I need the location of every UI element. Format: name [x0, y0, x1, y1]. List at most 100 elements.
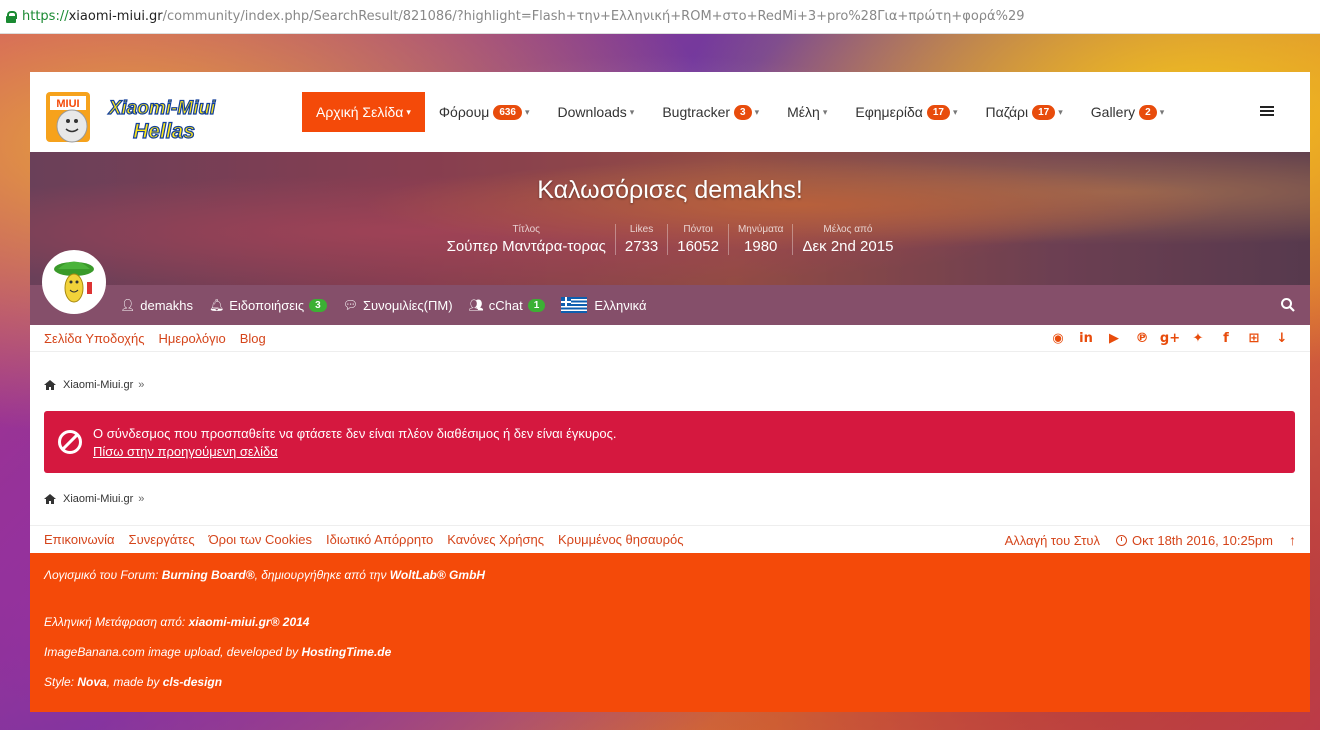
welcome-banner: Καλωσόρισες demakhs! Τίτλος Σούπερ Μαντάρ…	[30, 152, 1310, 285]
breadcrumb-link[interactable]: Xiaomi-Miui.gr	[63, 493, 133, 505]
browser-url-bar[interactable]: https://xiaomi-miui.gr/community/index.p…	[0, 0, 1320, 34]
nav-members[interactable]: Μέλη ▾	[773, 92, 841, 132]
chat-menu[interactable]: 👥︎ cChat 1	[469, 298, 546, 313]
logo-line1: Xiaomi-Miui	[108, 98, 216, 119]
chat-badge: 1	[527, 298, 546, 312]
nav-badge: 17	[1032, 104, 1056, 120]
google-plus-icon[interactable]: g+	[1156, 331, 1184, 346]
language-selector[interactable]: Ελληνικά	[561, 297, 646, 313]
error-text: Ο σύνδεσμος που προσπαθείτε να φτάσετε δ…	[93, 426, 617, 441]
footer-credits: Λογισμικό του Forum: Burning Board®, δημ…	[30, 553, 1310, 712]
logo-line2: Hellas	[133, 120, 195, 143]
credits-author-link[interactable]: cls-design	[163, 675, 222, 689]
footer-links: Επικοινωνία Συνεργάτες Όροι των Cookies …	[30, 525, 1310, 553]
sublink-blog[interactable]: Blog	[240, 331, 266, 346]
nav-badge: 17	[926, 104, 950, 120]
avatar[interactable]	[42, 250, 106, 314]
search-icon[interactable]	[1280, 297, 1296, 313]
comments-icon: 💬︎	[342, 298, 358, 312]
breadcrumb-link[interactable]: Xiaomi-Miui.gr	[63, 379, 133, 391]
chevron-down-icon: ▾	[525, 106, 530, 117]
nav-bugtracker[interactable]: Bugtracker 3 ▾	[648, 92, 773, 132]
conversations-menu[interactable]: 💬︎ Συνομιλίες(ΠΜ)	[343, 298, 453, 313]
breadcrumb: Xiaomi-Miui.gr»	[44, 379, 144, 391]
footer-right: Αλλαγή του Στυλ Οκτ 18th 2016, 10:25pm ↑	[989, 532, 1296, 548]
nav-badge: 2	[1139, 104, 1157, 120]
facebook-icon[interactable]: f	[1212, 331, 1240, 346]
greek-flag-icon	[561, 297, 588, 313]
credits-hosting-link[interactable]: HostingTime.de	[302, 645, 392, 659]
footer-privacy[interactable]: Ιδιωτικό Απόρρητο	[326, 532, 433, 547]
chevron-down-icon: ▾	[754, 106, 760, 117]
nav-downloads[interactable]: Downloads ▾	[544, 92, 649, 132]
main-nav: Αρχική Σελίδα ▾ Φόρουμ 636 ▾ Downloads ▾ Bug…	[302, 92, 1178, 132]
stat-title: Τίτλος Σούπερ Μαντάρα-τορας	[446, 224, 606, 255]
list-menu-icon[interactable]	[1260, 106, 1274, 117]
chevron-down-icon: ▾	[822, 106, 828, 117]
sub-navigation: Σελίδα Υποδοχής Ημερολόγιο Blog ◉ in ▶ ℗…	[30, 325, 1310, 352]
home-icon	[44, 380, 56, 390]
site-logo[interactable]: MIUI Xiaomi-Miui Hellas	[44, 88, 229, 150]
linkedin-icon[interactable]: in	[1072, 331, 1100, 346]
arrow-up-icon[interactable]: ↑	[1289, 532, 1296, 548]
arrow-down-icon[interactable]: ↓	[1268, 331, 1296, 346]
social-links: ◉ in ▶ ℗ g+ ✦ f ⊞ ↓	[1044, 331, 1296, 346]
site-header: MIUI Xiaomi-Miui Hellas Αρχική Σελίδα ▾ Φ…	[30, 72, 1310, 152]
nav-badge: 636	[493, 104, 522, 120]
user-menu[interactable]: 👤︎ demakhs	[120, 298, 193, 313]
user-bar: 👤︎ demakhs 🔔︎ Ειδοποιήσεις 3 💬︎ Συνομιλίες(Π…	[30, 285, 1310, 325]
stat-points: Πόντοι 16052	[667, 224, 728, 255]
sitemap-icon[interactable]: ⊞	[1240, 331, 1268, 346]
footer-partners[interactable]: Συνεργάτες	[129, 532, 195, 547]
credits-product-link[interactable]: Burning Board®	[162, 568, 255, 582]
chevron-down-icon: ▾	[1058, 106, 1063, 117]
user-stats: Τίτλος Σούπερ Μαντάρα-τορας Likes 2733 Πόν…	[30, 224, 1310, 255]
url-host: xiaomi-miui.gr	[68, 9, 163, 24]
sublink-welcome[interactable]: Σελίδα Υποδοχής	[44, 331, 144, 346]
nav-marketplace[interactable]: Παζάρι 17 ▾	[972, 92, 1077, 132]
chevron-down-icon: ▾	[629, 106, 635, 117]
notifications-badge: 3	[309, 298, 327, 312]
users-icon: 👥︎	[468, 298, 484, 312]
breadcrumb-bottom: Xiaomi-Miui.gr»	[44, 493, 144, 505]
stat-messages: Μηνύματα 1980	[727, 224, 793, 255]
nav-gallery[interactable]: Gallery 2 ▾	[1077, 92, 1178, 132]
credits-line-software: Λογισμικό του Forum: Burning Board®, δημ…	[44, 568, 486, 582]
pinterest-icon[interactable]: ℗	[1128, 331, 1156, 346]
notifications-menu[interactable]: 🔔︎ Ειδοποιήσεις 3	[209, 298, 327, 313]
footer-hidden-treasure[interactable]: Κρυμμένος θησαυρός	[558, 532, 684, 547]
nav-home[interactable]: Αρχική Σελίδα ▾	[302, 92, 425, 132]
footer-rules[interactable]: Κανόνες Χρήσης	[447, 532, 544, 547]
welcome-title: Καλωσόρισες demakhs!	[537, 176, 803, 204]
nav-newspaper[interactable]: Εφημερίδα 17 ▾	[841, 92, 971, 132]
credits-line-translation: Ελληνική Μετάφραση από: xiaomi-miui.gr® …	[44, 615, 310, 629]
nav-badge: 3	[734, 104, 752, 120]
stat-likes: Likes 2733	[614, 224, 667, 255]
style-switch-link[interactable]: Αλλαγή του Στυλ	[1005, 533, 1100, 548]
footer-contact[interactable]: Επικοινωνία	[44, 532, 115, 547]
clock-icon	[1115, 534, 1127, 546]
bell-icon: 🔔︎	[208, 298, 225, 312]
credits-line-style: Style: Nova, made by cls-design	[44, 675, 223, 689]
credits-company-link[interactable]: WoltLab® GmbH	[390, 568, 485, 582]
home-icon	[44, 494, 56, 504]
nav-forum[interactable]: Φόρουμ 636 ▾	[425, 92, 544, 132]
footer-cookies[interactable]: Όροι των Cookies	[209, 532, 312, 547]
back-link[interactable]: Πίσω στην προηγούμενη σελίδα	[93, 444, 278, 459]
credits-style-name: Nova	[77, 675, 107, 689]
logo-badge: MIUI	[56, 98, 79, 110]
chevron-down-icon: ▾	[1159, 106, 1165, 117]
stat-member-since: Μέλος από Δεκ 2nd 2015	[792, 224, 902, 255]
url-protocol: https://	[22, 9, 69, 24]
twitter-icon[interactable]: ✦	[1184, 331, 1212, 346]
github-icon[interactable]: ◉	[1044, 331, 1072, 346]
user-icon: 👤︎	[120, 298, 136, 312]
sublink-calendar[interactable]: Ημερολόγιο	[158, 331, 225, 346]
credits-translation-link[interactable]: xiaomi-miui.gr® 2014	[189, 615, 310, 629]
footer-time: Οκτ 18th 2016, 10:25pm	[1115, 533, 1273, 548]
ban-icon	[58, 430, 82, 454]
youtube-icon[interactable]: ▶	[1100, 331, 1128, 346]
chevron-down-icon: ▾	[406, 106, 411, 117]
avatar-image	[54, 261, 94, 303]
lock-icon	[6, 10, 17, 23]
